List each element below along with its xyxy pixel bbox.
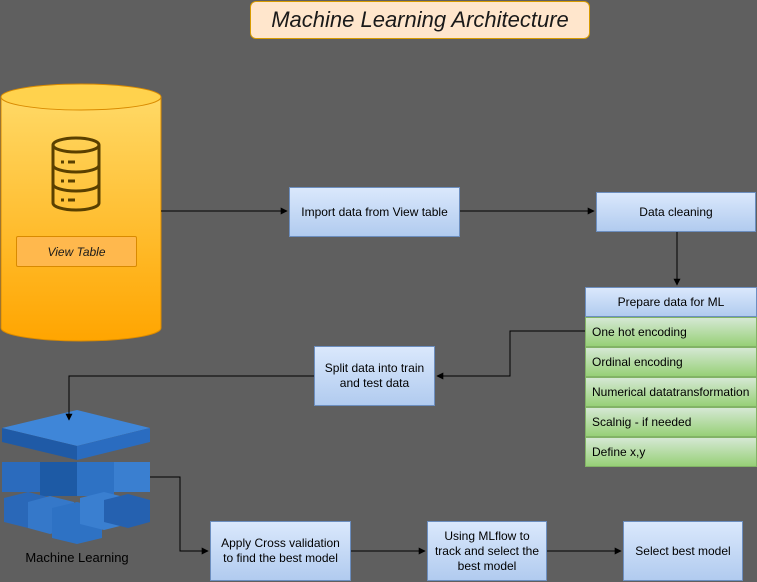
arrow-prepare-to-split xyxy=(436,330,586,380)
prepare-item: One hot encoding xyxy=(585,317,757,347)
view-table-label: View Table xyxy=(16,236,137,267)
diagram-title: Machine Learning Architecture xyxy=(250,1,590,39)
node-import-data: Import data from View table xyxy=(289,187,460,237)
arrow-ml-to-crossval xyxy=(150,476,209,555)
machine-learning-blocks-icon xyxy=(2,410,150,544)
prepare-item: Define x,y xyxy=(585,437,757,467)
prepare-item: Numerical datatransformation xyxy=(585,377,757,407)
prepare-item: Ordinal encoding xyxy=(585,347,757,377)
view-table-cylinder xyxy=(0,83,162,342)
node-split-data: Split data into train and test data xyxy=(314,346,435,406)
arrow-split-to-ml xyxy=(65,375,314,421)
machine-learning-label: Machine Learning xyxy=(25,550,129,565)
node-select-best-model: Select best model xyxy=(623,521,743,581)
node-data-cleaning: Data cleaning xyxy=(596,192,756,232)
prepare-item: Scalnig - if needed xyxy=(585,407,757,437)
prepare-header: Prepare data for ML xyxy=(585,287,757,317)
node-cross-validation: Apply Cross validation to find the best … xyxy=(210,521,351,581)
node-mlflow: Using MLflow to track and select the bes… xyxy=(427,521,547,581)
